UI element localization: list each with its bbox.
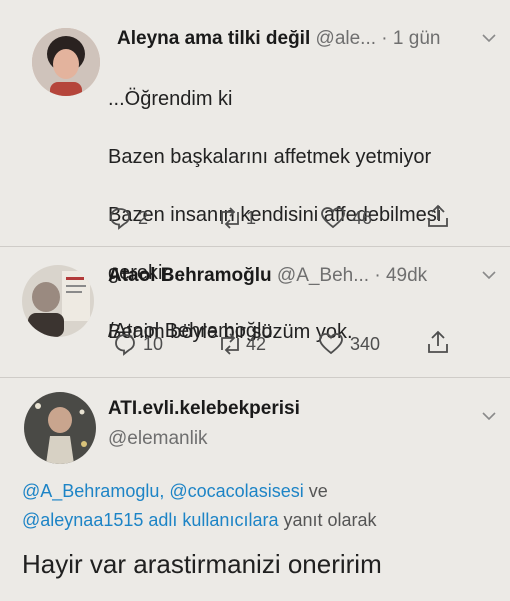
replying-to-cont: @aleynaa1515 adlı kullanıcılara yanıt ol… xyxy=(22,510,377,531)
chevron-down-icon[interactable] xyxy=(482,30,496,48)
retweet-count: 1 xyxy=(246,207,257,228)
replying-to: @A_Behramoglu, @cocacolasisesi ve xyxy=(22,481,328,502)
like-count: 46 xyxy=(352,207,373,228)
replying-to-suffix: yanıt olarak xyxy=(283,510,377,530)
like-button[interactable]: 46 xyxy=(320,206,372,230)
reply-button[interactable]: 10 xyxy=(113,332,163,356)
like-button[interactable]: 340 xyxy=(318,332,380,356)
reply-tweet[interactable]: ATI.evli.kelebekperisi @elemanlik @A_Beh… xyxy=(0,378,510,601)
share-button[interactable] xyxy=(426,329,450,355)
tweet-1[interactable]: Aleyna ama tilki değil @ale... · 1 gün .… xyxy=(0,0,510,342)
retweet-button[interactable]: 42 xyxy=(216,332,266,356)
chevron-down-icon[interactable] xyxy=(482,267,496,285)
separator-dot: · xyxy=(381,28,388,49)
text-line: Bazen insanın kendisini affedebilmesi xyxy=(108,204,442,226)
reply-icon xyxy=(110,208,130,230)
mention-link[interactable]: @cocacolasisesi xyxy=(169,481,303,501)
avatar[interactable] xyxy=(24,392,96,464)
share-button[interactable] xyxy=(426,203,450,229)
display-name[interactable]: Aleyna ama tilki değil xyxy=(117,28,310,49)
timestamp[interactable]: 1 gün xyxy=(393,28,441,49)
reply-count: 10 xyxy=(143,333,164,354)
like-count: 340 xyxy=(350,333,381,354)
reply-count: 2 xyxy=(138,207,149,228)
avatar[interactable] xyxy=(22,265,94,337)
heart-icon xyxy=(319,333,343,355)
display-name[interactable]: Ataol Behramoğlu xyxy=(108,265,272,286)
mention-link[interactable]: @aleynaa1515 xyxy=(22,510,143,530)
share-icon xyxy=(428,330,448,353)
user-handle[interactable]: @A_Beh... xyxy=(277,265,369,286)
reply-text: Hayir var arastirmanizi oneririm xyxy=(22,549,382,579)
reply-header: ATI.evli.kelebekperisi xyxy=(108,398,300,420)
mention-link[interactable]: @A_Behramoglu, xyxy=(22,481,164,501)
heart-icon xyxy=(321,207,345,229)
conjunction: ve xyxy=(308,481,328,501)
display-name[interactable]: ATI.evli.kelebekperisi xyxy=(108,398,300,419)
user-handle[interactable]: @elemanlik xyxy=(108,428,208,449)
timestamp[interactable]: 49dk xyxy=(386,265,427,286)
tweet-header: Aleyna ama tilki değil @ale... · 1 gün xyxy=(117,28,440,50)
replying-to-label[interactable]: adlı kullanıcılara xyxy=(148,510,278,530)
reply-icon xyxy=(115,334,135,356)
text-line: ...Öğrendim ki xyxy=(108,88,233,110)
avatar[interactable] xyxy=(32,28,100,96)
separator-dot: · xyxy=(374,265,381,286)
text-line: Bazen başkalarını affetmek yetmiyor xyxy=(108,146,432,168)
user-handle[interactable]: @ale... xyxy=(316,28,376,49)
retweet-icon xyxy=(221,207,239,229)
reply-button[interactable]: 2 xyxy=(108,206,148,230)
retweet-icon xyxy=(221,333,239,355)
tweet-header: Ataol Behramoğlu @A_Beh... · 49dk xyxy=(108,265,427,287)
retweet-count: 42 xyxy=(246,333,267,354)
retweet-button[interactable]: 1 xyxy=(216,206,256,230)
reply-handle-row: @elemanlik xyxy=(108,428,208,450)
share-icon xyxy=(428,204,448,227)
tweet-2[interactable]: Ataol Behramoğlu @A_Beh... · 49dk Benim … xyxy=(0,247,510,377)
chevron-down-icon[interactable] xyxy=(482,408,496,426)
